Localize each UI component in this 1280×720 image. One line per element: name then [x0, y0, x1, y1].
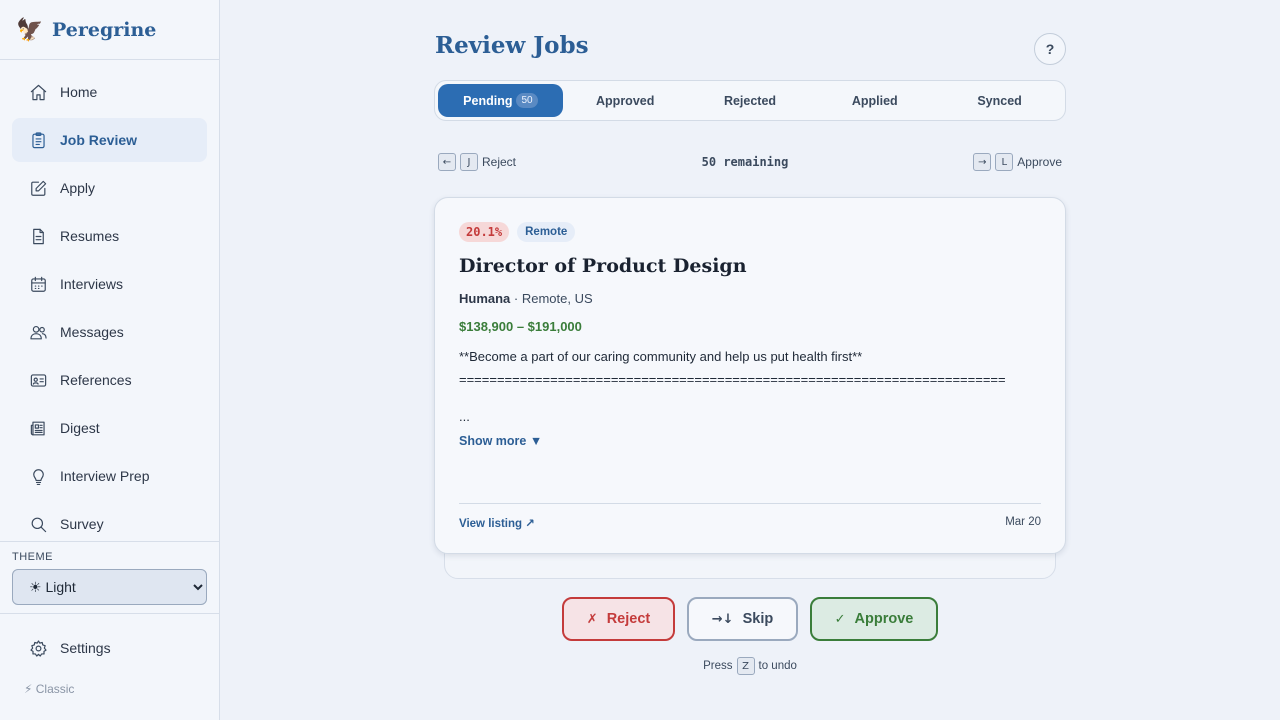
- theme-select[interactable]: ☀ Light: [12, 569, 207, 605]
- page-title: Review Jobs: [435, 32, 589, 59]
- job-location: · Remote, US: [513, 291, 593, 306]
- salary-range: $138,900 – $191,000: [459, 319, 582, 334]
- sidebar-item-apply[interactable]: Apply: [12, 166, 207, 210]
- show-more-link[interactable]: Show more ▼: [459, 434, 1041, 448]
- status-tabs: Pending 50 Approved Rejected Applied Syn…: [434, 80, 1066, 121]
- clipboard-icon: [28, 130, 48, 150]
- sidebar-item-job-review[interactable]: Job Review: [12, 118, 207, 162]
- tab-label: Pending: [463, 93, 513, 108]
- pending-count-badge: 50: [516, 93, 538, 108]
- view-listing-link[interactable]: View listing ↗: [459, 516, 535, 530]
- theme-section: THEME ☀ Light: [0, 541, 219, 614]
- tab-pending[interactable]: Pending 50: [438, 84, 563, 117]
- job-description: **Become a part of our caring community …: [459, 346, 1043, 391]
- eagle-logo-icon: 🦅: [16, 16, 44, 42]
- undo-suffix: to undo: [758, 660, 797, 672]
- left-arrow-key: ←: [438, 153, 456, 171]
- approve-hint-label: Approve: [1017, 155, 1062, 169]
- job-card[interactable]: 20.1% Remote Director of Product Design …: [434, 197, 1066, 554]
- remote-badge: Remote: [517, 222, 576, 242]
- description-line: ========================================…: [459, 371, 1006, 387]
- check-icon: ✓: [834, 611, 846, 627]
- description-line: **Become a part of our caring community …: [459, 349, 863, 364]
- job-title: Director of Product Design: [459, 255, 747, 277]
- brand[interactable]: 🦅 Peregrine: [0, 0, 219, 60]
- skip-arrows-icon: →↓: [711, 611, 734, 627]
- tab-synced[interactable]: Synced: [937, 84, 1062, 117]
- company-name: Humana: [459, 291, 511, 306]
- home-icon: [28, 82, 48, 102]
- sidebar-item-home[interactable]: Home: [12, 70, 207, 114]
- users-icon: [28, 322, 48, 342]
- remaining-count: 50 remaining: [701, 155, 789, 169]
- id-card-icon: [28, 370, 48, 390]
- sidebar-item-label: Resumes: [60, 228, 120, 244]
- sidebar-item-messages[interactable]: Messages: [12, 310, 207, 354]
- theme-label: THEME: [12, 551, 53, 563]
- document-icon: [28, 226, 48, 246]
- sidebar-item-references[interactable]: References: [12, 358, 207, 402]
- classic-mode-link[interactable]: ⚡ Classic: [24, 682, 74, 696]
- search-icon: [28, 514, 48, 534]
- sidebar-item-survey[interactable]: Survey: [12, 502, 207, 540]
- l-key: L: [995, 153, 1014, 171]
- description-ellipsis: ...: [459, 409, 470, 424]
- newspaper-icon: [28, 418, 48, 438]
- sidebar-item-label: Messages: [60, 324, 124, 340]
- sidebar-item-label: Interviews: [60, 276, 124, 292]
- sidebar-item-label: References: [60, 372, 132, 388]
- tab-applied[interactable]: Applied: [812, 84, 937, 117]
- right-arrow-key: →: [973, 153, 992, 171]
- review-actions: ✗ Reject →↓ Skip ✓ Approve: [562, 597, 938, 641]
- sidebar: 🦅 Peregrine Home Job Review Apply Resume…: [0, 0, 220, 720]
- tab-approved[interactable]: Approved: [563, 84, 688, 117]
- sidebar-item-label: Home: [60, 84, 98, 100]
- sidebar-item-label: Digest: [60, 420, 100, 436]
- x-icon: ✗: [586, 611, 598, 627]
- card-footer: View listing ↗ Mar 20: [459, 503, 1041, 530]
- sidebar-item-label: Job Review: [60, 132, 138, 148]
- approve-shortcut-hint: → L Approve: [973, 153, 1062, 171]
- z-key: Z: [736, 657, 755, 675]
- sidebar-item-label: Apply: [60, 180, 96, 196]
- skip-button[interactable]: →↓ Skip: [687, 597, 798, 641]
- sidebar-item-interview-prep[interactable]: Interview Prep: [12, 454, 207, 498]
- approve-button[interactable]: ✓ Approve: [810, 597, 938, 641]
- skip-button-label: Skip: [742, 611, 774, 627]
- reject-hint-label: Reject: [482, 155, 517, 169]
- company-line: Humana · Remote, US: [459, 291, 1041, 306]
- sidebar-item-resumes[interactable]: Resumes: [12, 214, 207, 258]
- undo-hint: Press Z to undo: [600, 657, 900, 675]
- brand-name: Peregrine: [52, 18, 157, 41]
- sidebar-item-settings[interactable]: Settings: [12, 628, 207, 668]
- sidebar-nav: Home Job Review Apply Resumes Interviews: [12, 70, 207, 540]
- job-badges: 20.1% Remote: [459, 222, 1041, 242]
- tab-rejected[interactable]: Rejected: [688, 84, 813, 117]
- help-button[interactable]: ?: [1034, 33, 1066, 65]
- reject-button-label: Reject: [606, 611, 651, 627]
- sidebar-item-interviews[interactable]: Interviews: [12, 262, 207, 306]
- match-score-badge: 20.1%: [459, 222, 510, 242]
- posted-date: Mar 20: [1005, 516, 1041, 528]
- sidebar-item-label: Interview Prep: [60, 468, 150, 484]
- reject-button[interactable]: ✗ Reject: [562, 597, 675, 641]
- undo-prefix: Press: [703, 660, 733, 672]
- gear-icon: [28, 638, 48, 658]
- approve-button-label: Approve: [854, 611, 914, 627]
- calendar-icon: [28, 274, 48, 294]
- sidebar-item-label: Survey: [60, 516, 104, 532]
- reject-shortcut-hint: ← J Reject: [438, 153, 516, 171]
- sidebar-item-digest[interactable]: Digest: [12, 406, 207, 450]
- j-key: J: [460, 153, 478, 171]
- lightbulb-icon: [28, 466, 48, 486]
- edit-icon: [28, 178, 48, 198]
- settings-label: Settings: [60, 640, 111, 656]
